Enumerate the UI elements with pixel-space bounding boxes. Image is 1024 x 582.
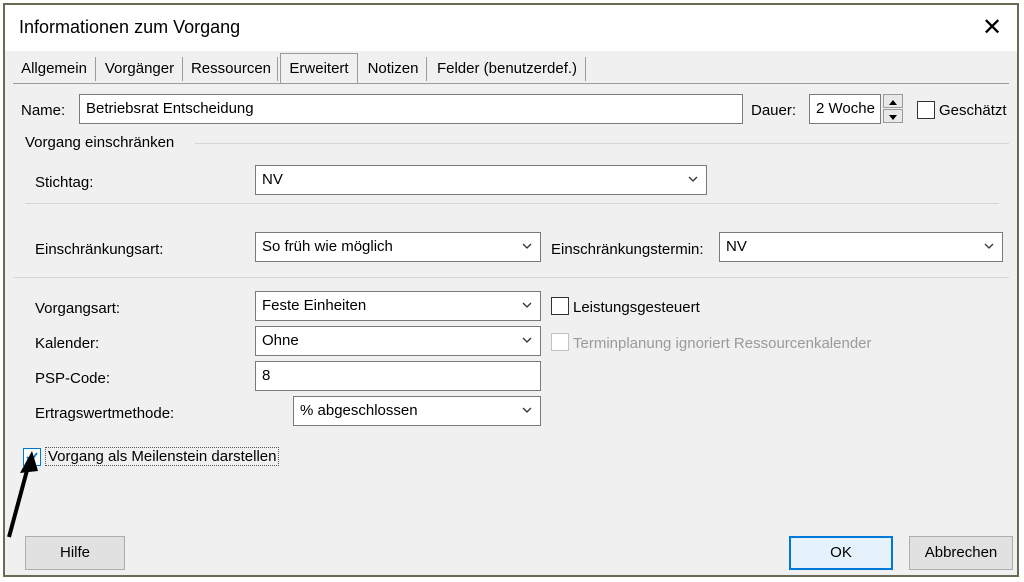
help-button[interactable]: Hilfe — [25, 536, 125, 570]
tab-notizen[interactable]: Notizen — [360, 57, 427, 81]
constraint-group-title: Vorgang einschränken — [25, 134, 175, 151]
chevron-down-icon — [984, 243, 994, 249]
name-label: Name: — [21, 102, 66, 119]
earned-value-label: Ertragswertmethode: — [35, 405, 175, 422]
calendar-select[interactable]: Ohne — [255, 326, 541, 356]
constraint-date-label: Einschränkungstermin: — [551, 241, 704, 258]
constraint-type-select[interactable]: So früh wie möglich — [255, 232, 541, 262]
spin-up-icon[interactable] — [883, 94, 903, 108]
task-type-select[interactable]: Feste Einheiten — [255, 291, 541, 321]
window-title: Informationen zum Vorgang — [19, 17, 241, 37]
task-type-label: Vorgangsart: — [35, 300, 121, 317]
tab-allgemein[interactable]: Allgemein — [13, 57, 96, 81]
name-input[interactable]: Betriebsrat Entscheidung — [79, 94, 743, 124]
wbs-input[interactable]: 8 — [255, 361, 541, 391]
estimated-label: Geschätzt — [939, 102, 1007, 119]
group-line — [195, 143, 1009, 144]
duration-spinner[interactable] — [883, 94, 903, 124]
ok-button[interactable]: OK — [789, 536, 893, 570]
cancel-button[interactable]: Abbrechen — [909, 536, 1013, 570]
chevron-down-icon — [522, 337, 532, 343]
deadline-select[interactable]: NV — [255, 165, 707, 195]
duration-input[interactable]: 2 Woche — [809, 94, 881, 124]
pointer-arrow-icon — [7, 451, 38, 538]
calendar-label: Kalender: — [35, 335, 100, 352]
ignore-resource-calendar-checkbox[interactable] — [551, 333, 569, 351]
tab-felder[interactable]: Felder (benutzerdef.) — [429, 57, 586, 81]
chevron-down-icon — [688, 176, 698, 182]
tab-erweitert[interactable]: Erweitert — [280, 53, 358, 84]
duration-label: Dauer: — [751, 102, 797, 119]
title-bar: Informationen zum Vorgang ✕ — [5, 5, 1017, 51]
earned-value-select[interactable]: % abgeschlossen — [293, 396, 541, 426]
constraint-date-select[interactable]: NV — [719, 232, 1003, 262]
tab-vorgaenger[interactable]: Vorgänger — [97, 57, 183, 81]
effort-driven-checkbox[interactable] — [551, 297, 569, 315]
close-icon[interactable]: ✕ — [973, 9, 1011, 47]
estimated-checkbox[interactable] — [917, 101, 935, 119]
separator — [25, 203, 999, 204]
constraint-type-label: Einschränkungsart: — [35, 241, 164, 258]
tab-divider — [13, 83, 1009, 84]
wbs-label: PSP-Code: — [35, 370, 111, 387]
task-information-dialog: Informationen zum Vorgang ✕ Allgemein Vo… — [3, 3, 1019, 577]
spin-down-icon[interactable] — [883, 109, 903, 123]
tab-ressourcen[interactable]: Ressourcen — [185, 57, 278, 81]
effort-driven-label: Leistungsgesteuert — [573, 299, 700, 316]
chevron-down-icon — [522, 407, 532, 413]
deadline-label: Stichtag: — [35, 174, 94, 191]
chevron-down-icon — [522, 302, 532, 308]
ignore-resource-calendar-label: Terminplanung ignoriert Ressourcenkalend… — [573, 335, 872, 352]
separator — [13, 277, 1009, 278]
milestone-label: Vorgang als Meilenstein darstellen — [45, 447, 280, 466]
chevron-down-icon — [522, 243, 532, 249]
